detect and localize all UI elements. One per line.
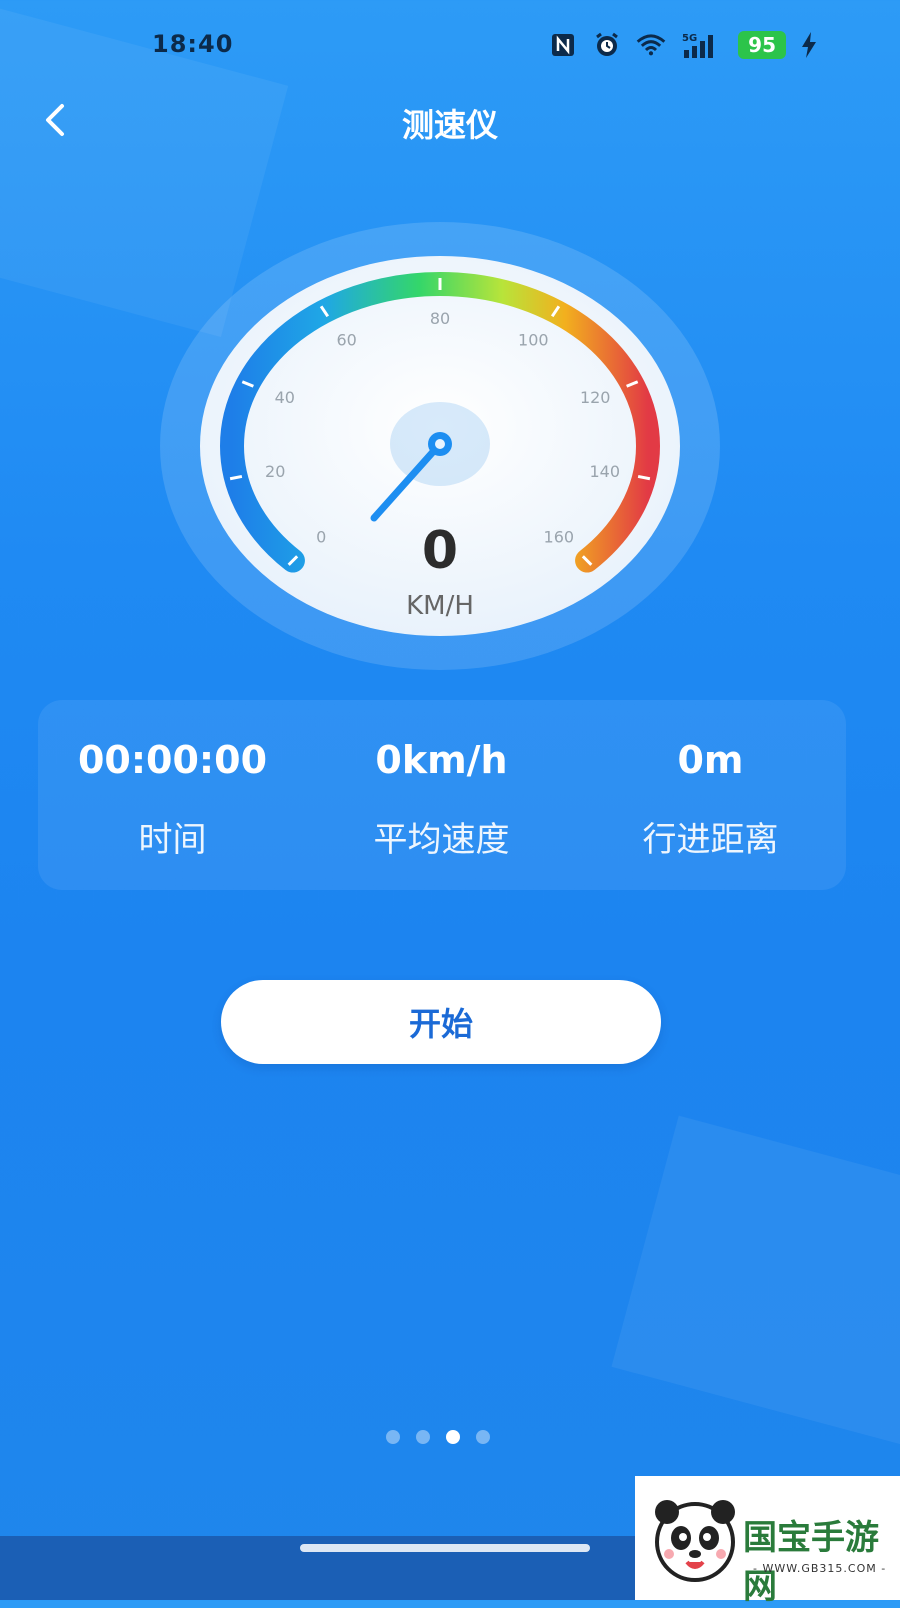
gauge-scale-label: 60 <box>336 331 356 350</box>
gauge-scale-label: 80 <box>430 309 450 328</box>
gauge-svg: 0 20 40 60 80 100 120 140 160 0 KM/H <box>160 222 720 670</box>
page-indicator <box>386 1430 490 1444</box>
gauge-scale-label: 100 <box>518 331 549 350</box>
average-speed-value: 0km/h <box>375 738 508 782</box>
distance-label: 行进距离 <box>642 820 779 860</box>
stats-panel: 00:00:00 时间 0km/h 平均速度 0m 行进距离 <box>38 700 846 890</box>
background-shape <box>611 1115 900 1445</box>
alarm-icon <box>592 30 622 60</box>
status-bar: 18:40 5G 95 <box>0 0 900 90</box>
start-button[interactable]: 开始 <box>221 980 661 1064</box>
speed-value: 0 <box>422 521 458 581</box>
speed-unit: KM/H <box>406 591 474 621</box>
wifi-icon <box>636 30 666 60</box>
watermark-brand: 国宝手游网 <box>743 1518 879 1607</box>
gauge-scale-label: 120 <box>580 388 611 407</box>
page-dot[interactable] <box>476 1430 490 1444</box>
stat-average-speed: 0km/h 平均速度 <box>307 738 576 861</box>
page-title: 测速仪 <box>401 106 498 144</box>
status-icons: 5G 95 <box>548 28 818 62</box>
average-speed-label: 平均速度 <box>373 820 510 860</box>
speedometer-gauge: 0 20 40 60 80 100 120 140 160 0 KM/H <box>160 222 720 670</box>
needle-hub-center <box>435 439 445 449</box>
nav-bar: 测速仪 <box>0 90 900 150</box>
gauge-scale-label: 0 <box>316 528 326 547</box>
stat-distance: 0m 行进距离 <box>576 738 845 861</box>
gauge-scale-label: 40 <box>275 388 295 407</box>
svg-text:5G: 5G <box>682 33 697 44</box>
panda-logo-icon <box>655 1500 735 1582</box>
nfc-icon <box>548 30 578 60</box>
gauge-scale-label: 140 <box>589 462 620 481</box>
signal-5g-icon: 5G <box>680 30 724 60</box>
distance-value: 0m <box>677 738 744 782</box>
page-dot[interactable] <box>416 1430 430 1444</box>
battery-indicator: 95 <box>738 31 786 59</box>
page-dot[interactable] <box>386 1430 400 1444</box>
status-time: 18:40 <box>152 30 234 58</box>
stat-time: 00:00:00 时间 <box>38 738 307 861</box>
watermark: 国宝手游网 - WWW.GB315.COM - <box>635 1476 900 1607</box>
time-value: 00:00:00 <box>77 738 268 782</box>
gauge-scale-label: 20 <box>265 462 285 481</box>
gauge-scale-label: 160 <box>544 528 575 547</box>
home-indicator[interactable] <box>300 1544 590 1552</box>
watermark-url: - WWW.GB315.COM - <box>753 1562 887 1575</box>
start-button-label: 开始 <box>408 1005 473 1043</box>
page-dot[interactable] <box>446 1430 460 1444</box>
charging-icon <box>800 30 818 60</box>
time-label: 时间 <box>138 820 207 860</box>
